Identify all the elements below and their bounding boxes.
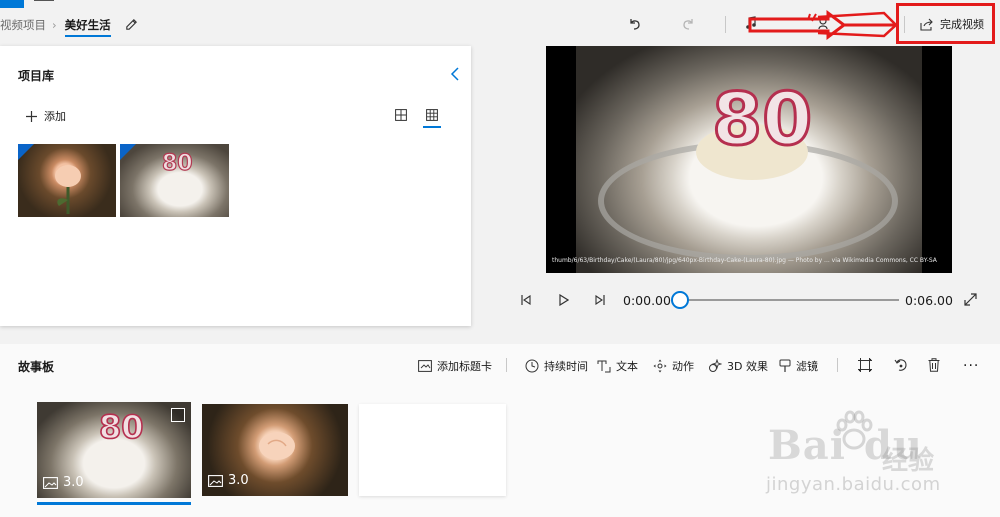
duration-label: 持续时间 (544, 360, 588, 373)
project-title[interactable]: 美好生活 (64, 17, 111, 37)
seek-bar[interactable] (681, 299, 899, 301)
svg-text:80: 80 (99, 408, 143, 442)
motion-label: 动作 (672, 360, 694, 373)
resize-icon[interactable] (858, 358, 872, 372)
highlight-annotation-box (896, 3, 995, 44)
watermark-url: jingyan.baidu.com (766, 474, 941, 495)
library-thumbnail-cake[interactable]: 80 (120, 144, 229, 217)
motion-icon (653, 359, 667, 373)
small-grid-view-icon[interactable] (426, 109, 438, 121)
selected-card-indicator (37, 502, 191, 505)
watermark-logo-cn: 经验 (882, 446, 935, 476)
rotate-icon[interactable] (894, 358, 908, 372)
clip-duration: 3.0 (43, 475, 84, 490)
storyboard-card-rose[interactable]: 3.0 (202, 404, 348, 496)
in-use-flag (18, 144, 34, 160)
3d-effects-icon (708, 359, 722, 373)
clip-duration: 3.0 (208, 473, 249, 488)
next-frame-icon[interactable] (594, 295, 606, 305)
filters-button[interactable]: 滤镜 (779, 358, 818, 374)
breadcrumb-root[interactable]: 视频项目 (0, 17, 46, 33)
paw-icon (832, 409, 876, 453)
plus-icon (25, 110, 38, 123)
photo-credit: thumb/6/63/Birthday/Cake/(Laura/80)/jpg/… (552, 257, 937, 264)
text-label: 文本 (616, 360, 638, 373)
play-icon[interactable] (558, 294, 569, 306)
more-options-icon[interactable]: ··· (963, 358, 979, 374)
add-title-card-label: 添加标题卡 (437, 360, 492, 373)
toolbar-divider (725, 16, 726, 33)
active-view-indicator (423, 126, 441, 128)
toolbar-divider (837, 358, 838, 372)
select-checkbox[interactable] (171, 408, 185, 422)
title-card-icon (418, 360, 432, 372)
image-icon (43, 476, 58, 489)
pencil-icon[interactable] (124, 17, 139, 32)
redo-icon (680, 16, 696, 32)
clock-icon (525, 359, 539, 373)
add-media-label: 添加 (44, 110, 66, 123)
birthday-topper: 80 (711, 76, 814, 156)
svg-text:80: 80 (162, 151, 193, 174)
library-thumbnail-rose[interactable] (18, 144, 116, 217)
previous-frame-icon[interactable] (520, 295, 532, 305)
duration-button[interactable]: 持续时间 (525, 358, 588, 374)
add-title-card-button[interactable]: 添加标题卡 (418, 358, 492, 374)
image-icon (208, 474, 223, 487)
back-button[interactable] (0, 0, 24, 8)
video-preview[interactable]: 80 thumb/6/63/Birthday/Cake/(Laura/80)/j… (546, 46, 952, 273)
add-media-button[interactable]: 添加 (25, 108, 66, 124)
current-time: 0:00.00 (623, 293, 671, 308)
3d-effects-button[interactable]: 3D 效果 (708, 358, 768, 374)
breadcrumb: 视频项目 › 美好生活 (0, 14, 111, 37)
filters-label: 滤镜 (796, 360, 818, 373)
filter-icon (779, 359, 791, 373)
storyboard-empty-slot[interactable] (359, 404, 506, 496)
library-title: 项目库 (18, 69, 55, 83)
toolbar-divider (506, 358, 507, 372)
text-icon (597, 360, 611, 373)
undo-icon[interactable] (627, 16, 643, 32)
3d-effects-label: 3D 效果 (727, 360, 768, 373)
seek-thumb[interactable] (671, 291, 689, 309)
chevron-left-icon[interactable] (450, 66, 460, 82)
motion-button[interactable]: 动作 (653, 358, 694, 374)
annotation-arrow-icon (748, 10, 898, 40)
large-grid-view-icon[interactable] (395, 109, 407, 121)
delete-icon[interactable] (928, 358, 940, 372)
storyboard-card-cake[interactable]: 80 3.0 (37, 402, 191, 498)
topper-text: 80 (712, 77, 812, 156)
in-use-flag (120, 144, 136, 160)
clip-duration-value: 3.0 (228, 473, 249, 488)
storyboard-title: 故事板 (18, 360, 55, 374)
text-button[interactable]: 文本 (597, 358, 638, 374)
clip-duration-value: 3.0 (63, 475, 84, 490)
total-time: 0:06.00 (905, 293, 953, 308)
app-title-fragment (34, 0, 54, 3)
chevron-right-icon: › (52, 18, 57, 32)
project-library-panel: 项目库 添加 80 (0, 46, 471, 326)
fullscreen-icon[interactable] (964, 293, 977, 306)
